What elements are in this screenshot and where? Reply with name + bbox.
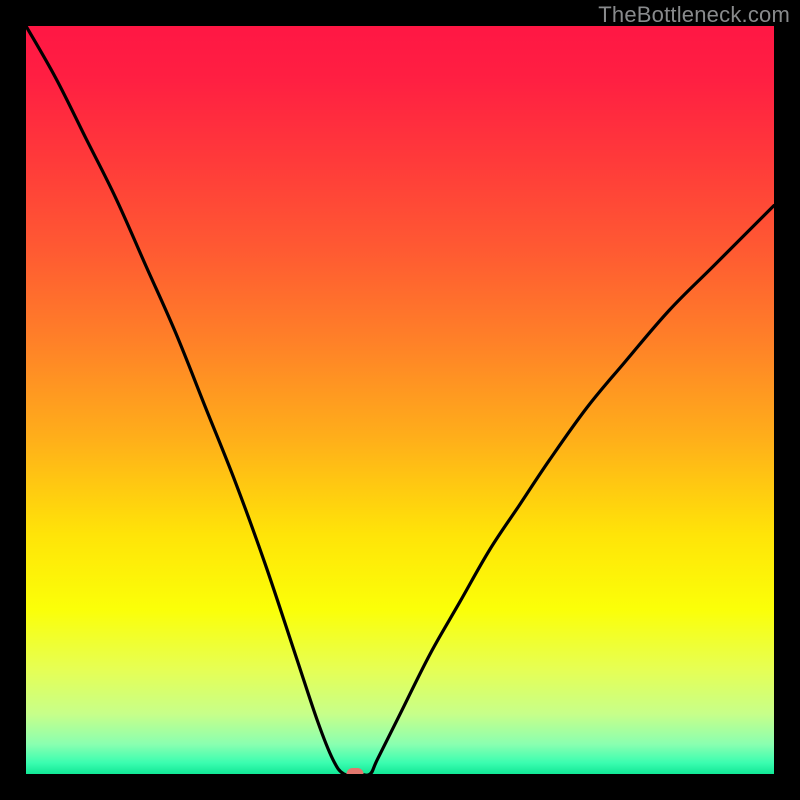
watermark-text: TheBottleneck.com (598, 2, 790, 28)
optimum-marker (347, 768, 364, 774)
plot-area (26, 26, 774, 774)
curve-svg (26, 26, 774, 774)
bottleneck-curve (26, 26, 774, 774)
chart-frame: TheBottleneck.com (0, 0, 800, 800)
